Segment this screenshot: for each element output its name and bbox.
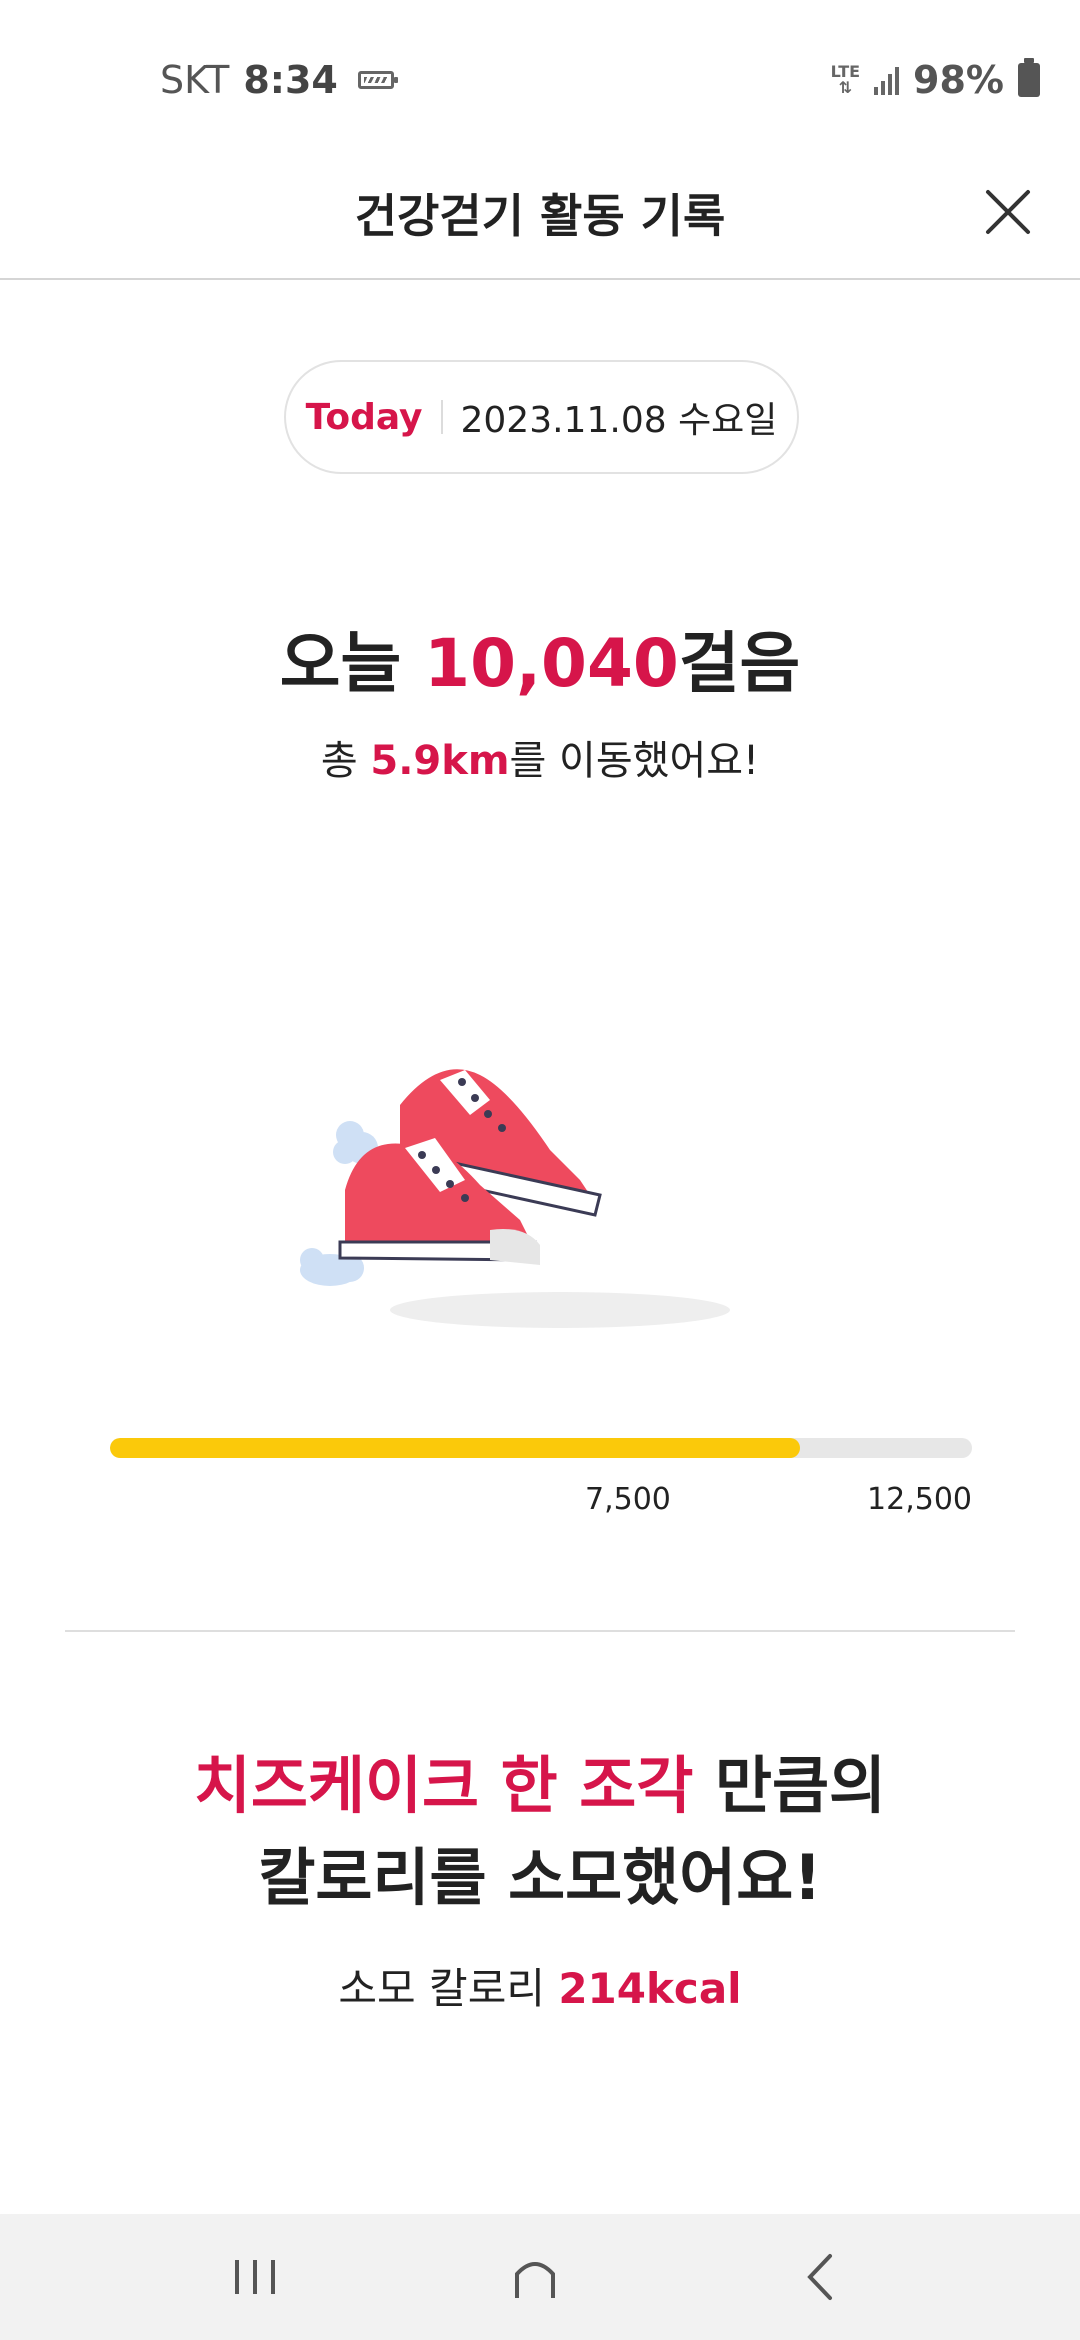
- clock: 8:34: [243, 58, 338, 102]
- distance-suffix: 를 이동했어요!: [509, 738, 760, 784]
- steps-headline: 오늘 10,040걸음: [0, 610, 1080, 706]
- close-button[interactable]: [980, 184, 1036, 240]
- distance-line: 총 5.9km를 이동했어요!: [0, 728, 1080, 786]
- signal-icon: [874, 65, 900, 95]
- lte-icon: LTE ⇅: [830, 62, 861, 97]
- calorie-line2: 칼로리를 소모했어요!: [258, 1841, 822, 1914]
- back-icon: [807, 2254, 832, 2300]
- progress-max-label: 12,500: [867, 1482, 972, 1517]
- date-separator: [440, 400, 443, 434]
- calorie-subline: 소모 칼로리 214kcal: [0, 1955, 1080, 2016]
- date-pill: Today 2023.11.08 수요일: [284, 360, 799, 474]
- status-left: SKT 8:34: [160, 58, 398, 102]
- status-right: LTE ⇅ 98%: [831, 58, 1040, 102]
- sneakers-illustration: [300, 1069, 730, 1328]
- header: 건강걷기 활동 기록: [0, 160, 1080, 280]
- close-icon: [986, 190, 1030, 234]
- calorie-line1-suffix: 만큼의: [693, 1749, 887, 1822]
- back-button[interactable]: [780, 2242, 860, 2312]
- steps-count: 10,040: [424, 625, 679, 702]
- home-icon: [515, 2262, 555, 2298]
- steps-suffix: 걸음: [678, 625, 801, 702]
- date-text: 2023.11.08 수요일: [460, 400, 778, 441]
- section-divider: [65, 1630, 1015, 1632]
- battery-saver-icon: [357, 71, 398, 89]
- battery-percent: 98%: [913, 58, 1004, 102]
- carrier-label: SKT: [160, 58, 230, 102]
- battery-icon: [1018, 58, 1040, 97]
- recents-icon: [235, 2260, 275, 2294]
- today-label: Today: [305, 396, 423, 438]
- calorie-sub-prefix: 소모 칼로리: [338, 1964, 559, 2013]
- system-nav-bar: [0, 2214, 1080, 2340]
- page-title: 건강걷기 활동 기록: [354, 189, 726, 243]
- distance-prefix: 총: [320, 738, 371, 784]
- home-button[interactable]: [495, 2242, 575, 2312]
- step-progress-fill: [110, 1438, 800, 1458]
- steps-prefix: 오늘: [279, 625, 425, 702]
- calorie-food: 치즈케이크 한 조각: [193, 1749, 694, 1822]
- distance-value: 5.9km: [370, 738, 510, 784]
- step-progress-bar: [110, 1438, 972, 1458]
- status-bar: SKT 8:34 LTE ⇅ 98%: [0, 0, 1080, 160]
- progress-mid-label: 7,500: [585, 1482, 671, 1517]
- calorie-value: 214kcal: [558, 1964, 742, 2013]
- recents-button[interactable]: [215, 2242, 295, 2312]
- calorie-headline: 치즈케이크 한 조각 만큼의 칼로리를 소모했어요!: [0, 1740, 1080, 1924]
